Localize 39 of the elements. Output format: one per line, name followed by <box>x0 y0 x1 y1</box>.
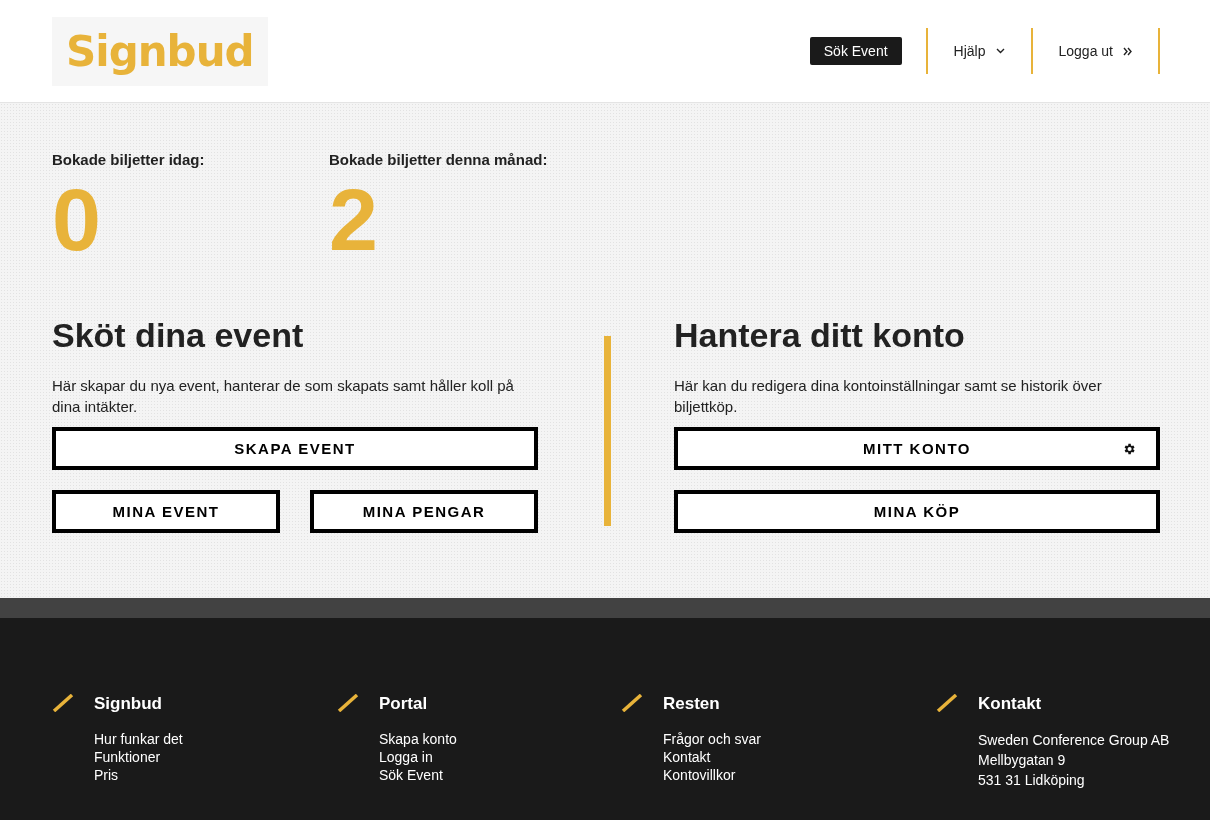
chevron-down-icon <box>995 48 1005 54</box>
stat-value: 2 <box>329 176 379 264</box>
action-button[interactable]: MINA EVENT <box>52 490 280 533</box>
footer-link[interactable]: Hur funkar det <box>94 730 183 748</box>
logout-link[interactable]: Logga ut <box>1032 43 1158 59</box>
search-event-button[interactable]: Sök Event <box>809 37 902 65</box>
footer-link[interactable]: Kontakt <box>663 748 762 766</box>
action-button[interactable]: MINA KÖP <box>674 490 1160 533</box>
stat-label: Bokade biljetter denna månad: <box>329 151 549 168</box>
action-button[interactable]: MINA PENGAR <box>310 490 539 533</box>
stat-value: 0 <box>52 176 102 264</box>
address-line: Mellbygatan 9 <box>978 751 1067 770</box>
footer-heading: Signbud <box>94 694 163 714</box>
footer-link[interactable]: Pris <box>94 766 183 784</box>
section-description: Här skapar du nya event, hanterar de som skapats samt håller koll på dina intäkter. <box>52 376 515 417</box>
footer-link[interactable]: Kontovillkor <box>663 766 762 784</box>
footer-heading: Resten <box>663 694 721 714</box>
action-button[interactable]: SKAPA EVENT <box>52 427 538 470</box>
address-line: Sweden Conference Group AB <box>978 731 1170 750</box>
address-line: 531 31 Lidköping <box>978 771 1086 790</box>
slash-icon <box>337 694 359 712</box>
footer-link[interactable]: Skapa konto <box>379 730 457 748</box>
section-description: Här kan du redigera dina kontoinställningar samt se historik över biljettköp. <box>674 376 1103 417</box>
slash-icon <box>621 694 643 712</box>
action-button[interactable]: MITT KONTO <box>674 427 1160 470</box>
section-title: Sköt dina event <box>52 316 305 355</box>
footer-heading: Portal <box>379 694 429 714</box>
slash-icon <box>52 694 74 712</box>
footer-link[interactable]: Frågor och svar <box>663 730 762 748</box>
slash-icon <box>936 694 958 712</box>
section-title: Hantera ditt konto <box>674 316 966 355</box>
settings-icon <box>1122 442 1136 456</box>
footer-link[interactable]: Funktioner <box>94 748 183 766</box>
footer-link[interactable]: Sök Event <box>379 766 457 784</box>
footer-heading: Kontakt <box>978 694 1043 714</box>
help-menu[interactable]: Hjälp <box>927 43 1031 59</box>
footer-link[interactable]: Logga in <box>379 748 457 766</box>
stat-label: Bokade biljetter idag: <box>52 151 206 168</box>
double-chevron-right-icon <box>1123 46 1132 56</box>
